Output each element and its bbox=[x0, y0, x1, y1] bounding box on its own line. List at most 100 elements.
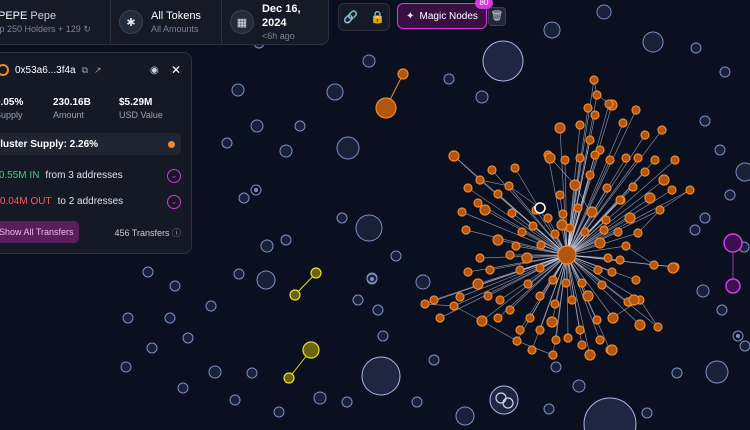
cluster-node bbox=[644, 192, 656, 204]
holder-bubble bbox=[550, 361, 562, 373]
cluster-node bbox=[583, 103, 593, 113]
cluster-node bbox=[550, 229, 560, 239]
cluster-node bbox=[283, 372, 295, 384]
token-symbol: PEPE bbox=[0, 10, 28, 22]
close-icon[interactable]: ✕ bbox=[171, 63, 181, 77]
magic-wand-icon: ✦ bbox=[406, 10, 415, 22]
link-icon[interactable]: 🔗 bbox=[343, 10, 358, 24]
token-bar: PEPE Pepe Top 250 Holders + 129 ↻ ✱ All … bbox=[0, 0, 329, 45]
holder-bubble bbox=[177, 382, 189, 394]
cluster-node bbox=[550, 299, 560, 309]
cluster-node bbox=[573, 203, 583, 213]
magic-nodes-button[interactable]: ✦ Magic Nodes 80 bbox=[397, 0, 493, 29]
stat-value: $5.29M bbox=[119, 97, 153, 108]
cluster-node bbox=[561, 278, 571, 288]
filter-subtitle: All Amounts bbox=[151, 24, 199, 34]
cluster-node bbox=[558, 209, 568, 219]
selected-node bbox=[534, 202, 546, 214]
transfers-count: 456 Transfers ⓘ bbox=[114, 226, 181, 239]
holder-bubble bbox=[221, 137, 233, 149]
show-all-transfers-button[interactable]: Show All Transfers bbox=[0, 221, 79, 243]
wallet-color-dot bbox=[0, 64, 9, 76]
cluster-node bbox=[628, 182, 638, 192]
show-all-transfers-label: Show All Transfers bbox=[0, 227, 74, 237]
help-icon[interactable]: ⓘ bbox=[172, 228, 181, 238]
cluster-node bbox=[527, 345, 537, 355]
stat-label: Supply bbox=[0, 110, 23, 120]
cluster-node bbox=[602, 183, 612, 193]
holder-bubble bbox=[341, 396, 353, 408]
contract-node-core bbox=[370, 277, 374, 281]
flow-in-row[interactable]: +0.55M IN from 3 addresses ⌄ bbox=[0, 165, 191, 185]
refresh-icon[interactable]: ↻ bbox=[83, 24, 91, 34]
cluster-node bbox=[575, 153, 585, 163]
cluster-node bbox=[375, 97, 397, 119]
cluster-node bbox=[589, 75, 599, 85]
external-link-icon[interactable]: ↗ bbox=[94, 65, 102, 76]
cluster-node bbox=[556, 219, 568, 231]
cluster-supply-row[interactable]: Cluster Supply: 2.26% bbox=[0, 133, 181, 155]
cluster-node bbox=[544, 152, 556, 164]
cluster-node bbox=[485, 265, 495, 275]
token-selector[interactable]: PEPE Pepe Top 250 Holders + 129 ↻ bbox=[0, 0, 110, 44]
holder-bubble bbox=[443, 73, 455, 85]
cluster-node bbox=[523, 279, 533, 289]
cluster-node bbox=[594, 237, 606, 249]
holder-bubble bbox=[596, 4, 612, 20]
flow-in-amount: +0.55M IN bbox=[0, 169, 40, 181]
cluster-node bbox=[601, 215, 611, 225]
cluster-node bbox=[649, 260, 659, 270]
token-filter[interactable]: ✱ All Tokens All Amounts bbox=[110, 0, 221, 44]
cluster-node bbox=[528, 221, 538, 231]
cluster-node bbox=[483, 291, 493, 301]
cluster-node bbox=[455, 292, 465, 302]
holder-bubble bbox=[355, 214, 383, 242]
cluster-node bbox=[560, 155, 570, 165]
holder-bubble bbox=[142, 266, 154, 278]
copy-icon[interactable]: ⧉ bbox=[82, 65, 88, 76]
cluster-node bbox=[543, 213, 553, 223]
cluster-node bbox=[685, 185, 695, 195]
cluster-node bbox=[493, 313, 503, 323]
cluster-node bbox=[517, 227, 527, 237]
cluster-node bbox=[535, 263, 545, 273]
hide-eye-icon[interactable]: ◉ bbox=[150, 65, 159, 76]
cluster-node bbox=[448, 150, 460, 162]
holder-bubble bbox=[352, 294, 364, 306]
holder-bubble bbox=[231, 83, 245, 97]
cluster-node bbox=[606, 344, 618, 356]
transfer-edge bbox=[424, 254, 568, 305]
holder-bubble bbox=[208, 365, 222, 379]
holder-bubble bbox=[362, 54, 376, 68]
holder-bubble bbox=[294, 120, 306, 132]
flow-out-row[interactable]: -10.04M OUT to 2 addresses ⌄ bbox=[0, 191, 191, 211]
cluster-node bbox=[525, 313, 535, 323]
holder-bubble bbox=[326, 83, 344, 101]
holder-bubble bbox=[164, 312, 176, 324]
date-selector[interactable]: ▦ Dec 16, 2024 <6h ago bbox=[221, 0, 328, 44]
transfer-edge bbox=[637, 209, 661, 234]
chevron-down-icon[interactable]: ⌄ bbox=[167, 195, 181, 209]
cluster-node bbox=[555, 190, 565, 200]
trash-icon[interactable]: 🗑 bbox=[488, 7, 506, 26]
cluster-node bbox=[631, 105, 641, 115]
chevron-down-icon[interactable]: ⌄ bbox=[167, 169, 181, 183]
cluster-node bbox=[463, 183, 473, 193]
cluster-node bbox=[575, 120, 585, 130]
cluster-node bbox=[725, 278, 741, 294]
holder-bubble bbox=[256, 270, 276, 290]
holder-bubble bbox=[716, 304, 728, 316]
cluster-node bbox=[584, 349, 596, 361]
holder-bubble bbox=[482, 40, 524, 82]
lock-icon[interactable]: 🔒 bbox=[370, 10, 385, 24]
holder-bubble bbox=[279, 144, 293, 158]
holder-bubble bbox=[205, 300, 217, 312]
holder-bubble bbox=[724, 189, 736, 201]
asterisk-icon: ✱ bbox=[119, 10, 143, 34]
holder-bubble bbox=[280, 234, 292, 246]
date-title: Dec 16, 2024 bbox=[261, 3, 301, 29]
magic-nodes-label: Magic Nodes bbox=[419, 10, 478, 22]
cluster-node bbox=[476, 315, 488, 327]
holder-bubble bbox=[428, 354, 440, 366]
cluster-node bbox=[624, 212, 636, 224]
